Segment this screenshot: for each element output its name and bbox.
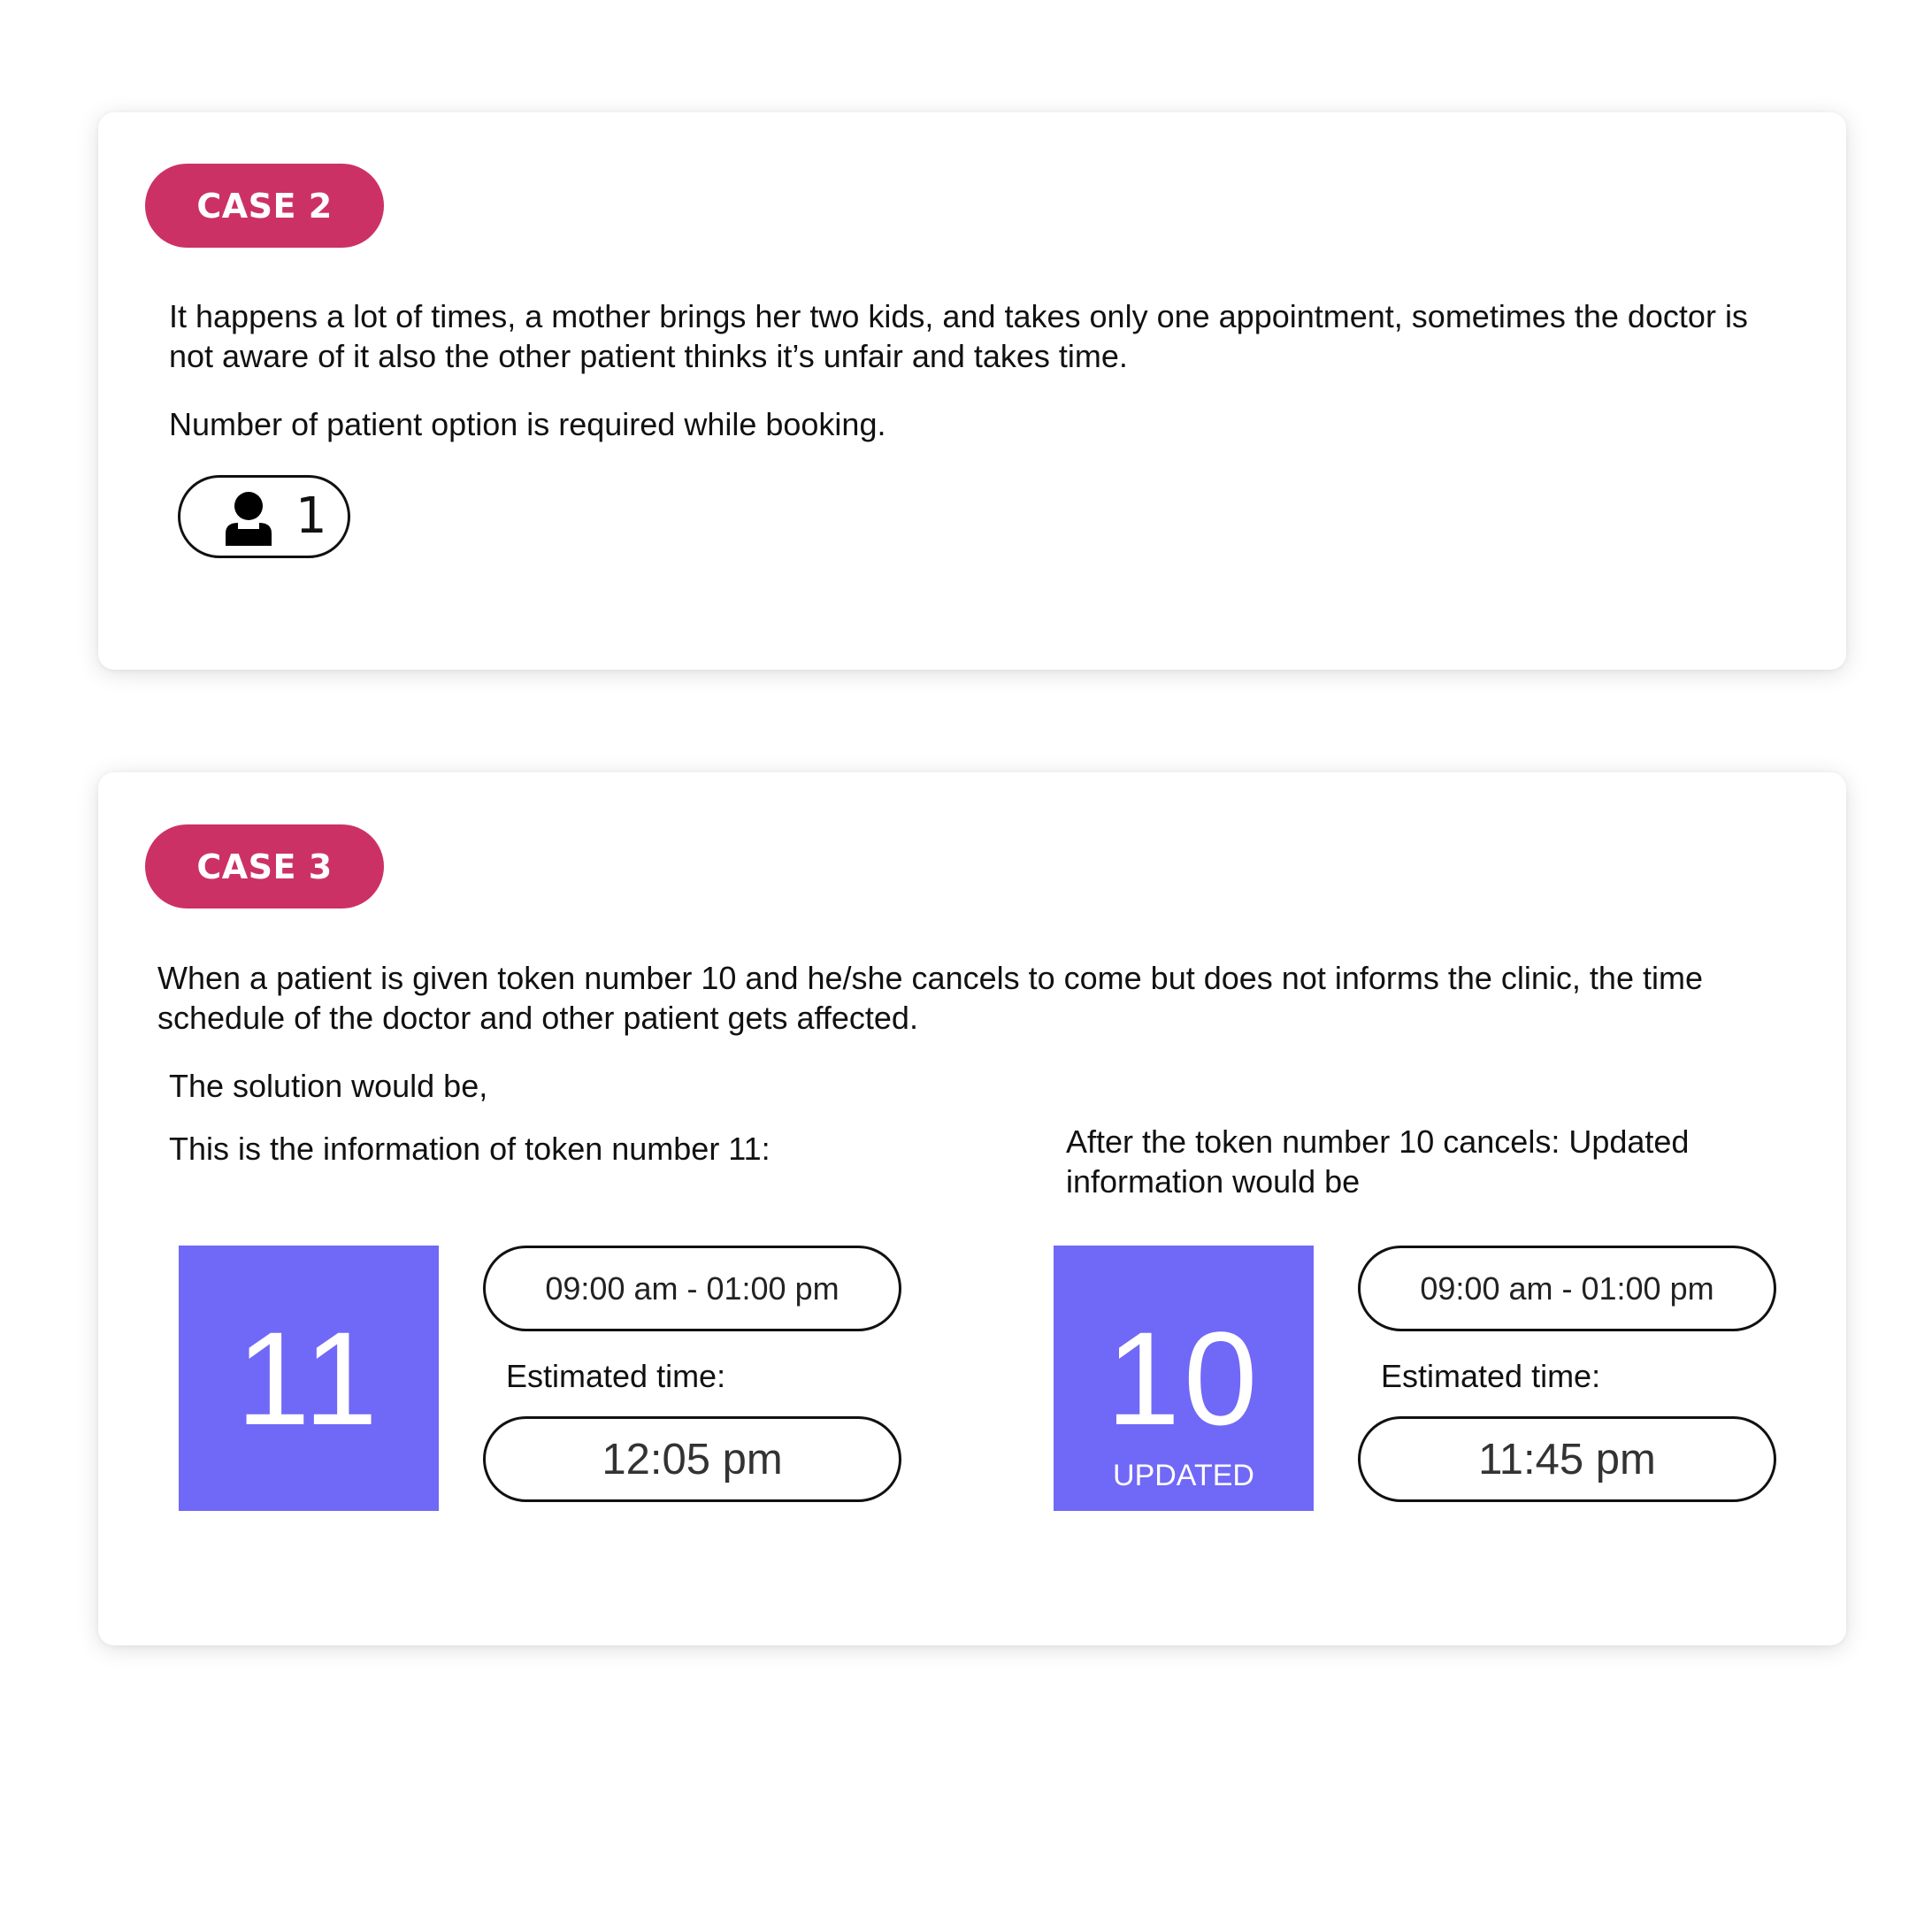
right-heading: After the token number 10 cancels: Updat…: [1066, 1123, 1690, 1200]
person-icon: [226, 492, 272, 546]
time-range-pill: 09:00 am - 01:00 pm: [1358, 1246, 1776, 1331]
token-number: 11: [236, 1304, 381, 1453]
solution-intro: The solution would be,: [169, 1068, 488, 1104]
patient-count-value: 1: [295, 487, 327, 545]
left-heading: This is the information of token number …: [169, 1131, 770, 1167]
estimated-time-pill: 11:45 pm: [1358, 1416, 1776, 1502]
case-2-badge: CASE 2: [145, 164, 384, 248]
case-2-description: It happens a lot of times, a mother brin…: [169, 298, 1748, 374]
time-range-pill: 09:00 am - 01:00 pm: [483, 1246, 901, 1331]
token-card-10: 10 UPDATED: [1054, 1246, 1314, 1511]
case-3-badge: CASE 3: [145, 824, 384, 908]
token-card-11: 11: [179, 1246, 439, 1511]
estimated-time-label: Estimated time:: [506, 1358, 726, 1394]
case-2-requirement: Number of patient option is required whi…: [169, 406, 886, 442]
estimated-time-pill: 12:05 pm: [483, 1416, 901, 1502]
case-3-description: When a patient is given token number 10 …: [157, 960, 1703, 1036]
case-3-card: CASE 3 When a patient is given token num…: [98, 772, 1846, 1645]
estimated-time-label: Estimated time:: [1381, 1358, 1601, 1394]
updated-tag: UPDATED: [1113, 1459, 1254, 1492]
token-number: 10: [1106, 1304, 1261, 1453]
case-2-card: CASE 2 It happens a lot of times, a moth…: [98, 112, 1846, 670]
patient-count-selector[interactable]: 1: [178, 475, 350, 558]
